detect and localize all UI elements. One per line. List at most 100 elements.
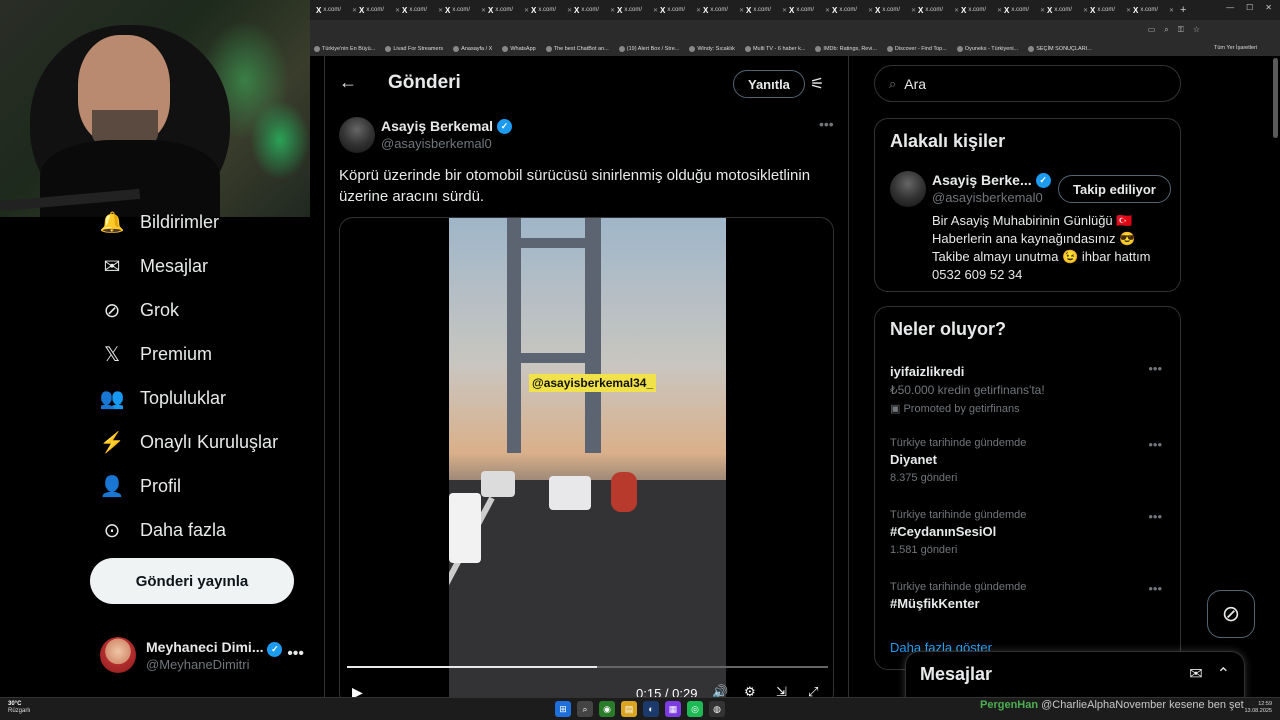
close-tab-icon[interactable]: ✕ xyxy=(1040,7,1045,14)
nav-item-bildirimler[interactable]: 🔔 Bildirimler xyxy=(100,210,219,234)
browser-tab[interactable]: Xx.com/ ✕ xyxy=(746,2,787,18)
close-tab-icon[interactable]: ✕ xyxy=(395,7,400,14)
browser-tab[interactable]: Xx.com/ ✕ xyxy=(402,2,443,18)
browser-tab[interactable]: Xx.com/ ✕ xyxy=(660,2,701,18)
star-icon[interactable]: ☆ xyxy=(1193,25,1200,35)
browser-tab[interactable]: Xx.com/ ✕ xyxy=(703,2,744,18)
nav-item-premium[interactable]: 𝕏 Premium xyxy=(100,342,212,366)
video-player[interactable]: @asayisberkemal34_ ▶ 0:15 / 0:29 🔊 ⚙ ⇲ ⤢ xyxy=(339,217,834,707)
author-avatar[interactable] xyxy=(339,117,375,153)
browser-tab[interactable]: Xx.com/ ✕ xyxy=(1004,2,1045,18)
video-progress-bar[interactable] xyxy=(347,666,828,668)
browser-tab[interactable]: Xx.com/ ✕ xyxy=(875,2,916,18)
twitch-icon[interactable]: ▦ xyxy=(665,701,681,717)
trend-item[interactable]: Türkiye tarihinde gündemde Diyanet 8.375… xyxy=(890,437,1170,484)
bookmark-item[interactable]: The best ChatBot an... xyxy=(545,46,609,52)
browser-tab[interactable]: Xx.com/ ✕ xyxy=(445,2,486,18)
cast-icon[interactable]: ▭ xyxy=(1148,25,1156,35)
nav-item-onaylı-kuruluşlar[interactable]: ⚡ Onaylı Kuruluşlar xyxy=(100,430,279,454)
post-button[interactable]: Gönderi yayınla xyxy=(90,558,294,604)
close-tab-icon[interactable]: ✕ xyxy=(1126,7,1131,14)
close-tab-icon[interactable]: ✕ xyxy=(825,7,830,14)
nav-item-grok[interactable]: ⊘ Grok xyxy=(100,298,179,322)
account-switcher[interactable]: Meyhaneci Dimi... ✓ @MeyhaneDimitri ••• xyxy=(100,637,314,673)
search-icon[interactable]: ⌕ xyxy=(577,701,593,717)
close-tab-icon[interactable]: ✕ xyxy=(610,7,615,14)
close-tab-icon[interactable]: ✕ xyxy=(567,7,572,14)
nav-item-daha-fazla[interactable]: ⊙ Daha fazla xyxy=(100,518,226,542)
close-tab-icon[interactable]: ✕ xyxy=(954,7,959,14)
bookmark-item[interactable]: Türkiye'nin En Büyü... xyxy=(314,46,375,52)
more-options-icon[interactable]: ••• xyxy=(287,645,304,663)
messages-drawer[interactable]: Mesajlar ✉ ⌃ xyxy=(905,651,1245,703)
close-tab-icon[interactable]: ✕ xyxy=(1083,7,1088,14)
more-options-icon[interactable]: ••• xyxy=(819,116,834,132)
close-tab-icon[interactable]: ✕ xyxy=(739,7,744,14)
expand-icon[interactable]: ⌃ xyxy=(1217,664,1230,684)
bookmark-item[interactable]: Windy: Sıcaklık xyxy=(689,46,735,52)
weather-widget[interactable]: 30°C Rüzgarlı xyxy=(8,701,30,715)
new-message-icon[interactable]: ✉ xyxy=(1189,664,1202,684)
browser-tab[interactable]: Xx.com/ ✕ xyxy=(1047,2,1088,18)
clock[interactable]: 12:59 13.08.2025 xyxy=(1244,701,1272,715)
spotify-icon[interactable]: ◎ xyxy=(687,701,703,717)
bookmark-item[interactable]: Discover - Find Top... xyxy=(886,46,947,52)
steam-icon[interactable]: ◐ xyxy=(643,701,659,717)
trend-item[interactable]: Türkiye tarihinde gündemde #MüşfikKenter… xyxy=(890,581,1170,611)
browser-tab[interactable]: Xx.com/ ✕ xyxy=(359,2,400,18)
bookmark-item[interactable]: WhatsApp xyxy=(502,46,536,52)
browser-tab[interactable]: Xx.com/ ✕ xyxy=(488,2,529,18)
bookmark-item[interactable]: Multi TV - 6 haber k... xyxy=(744,46,805,52)
page-scrollbar[interactable] xyxy=(1273,58,1278,138)
more-options-icon[interactable]: ••• xyxy=(1148,437,1162,452)
close-tab-icon[interactable]: ✕ xyxy=(911,7,916,14)
back-arrow-icon[interactable]: ← xyxy=(339,72,357,93)
minimize-icon[interactable]: — xyxy=(1226,3,1234,12)
close-tab-icon[interactable]: ✕ xyxy=(438,7,443,14)
grok-floating-button[interactable]: ⊘ xyxy=(1207,590,1255,638)
search-input[interactable] xyxy=(904,75,1145,92)
browser-tab[interactable]: Xx.com/ ✕ xyxy=(316,2,357,18)
bookmark-item[interactable]: Livad For Streamers xyxy=(385,46,443,52)
trend-item[interactable]: iyifaizlikredi ₺50.000 kredin getirfinan… xyxy=(890,361,1170,415)
bookmark-item[interactable]: SEÇİM SONUÇLARI... xyxy=(1028,46,1092,52)
file-explorer-icon[interactable]: ▤ xyxy=(621,701,637,717)
browser-tab[interactable]: Xx.com/ ✕ xyxy=(789,2,830,18)
bookmark-item[interactable]: Oyuneks - Türkiyeni... xyxy=(956,46,1018,52)
following-button[interactable]: Takip ediliyor xyxy=(1058,175,1171,203)
browser-tab[interactable]: Xx.com/ ✕ xyxy=(961,2,1002,18)
nav-item-mesajlar[interactable]: ✉ Mesajlar xyxy=(100,254,208,278)
more-options-icon[interactable]: ••• xyxy=(1148,361,1162,376)
new-tab-button[interactable]: + xyxy=(1180,4,1186,16)
author-handle[interactable]: @asayisberkemal0 xyxy=(381,136,492,151)
author-name[interactable]: Asayiş Berkemal ✓ xyxy=(381,118,513,134)
related-handle[interactable]: @asayisberkemal0 xyxy=(932,190,1043,205)
zoom-icon[interactable]: ⌕ xyxy=(1164,25,1168,35)
nav-item-topluluklar[interactable]: 👥 Topluluklar xyxy=(100,386,227,410)
close-tab-icon[interactable]: ✕ xyxy=(653,7,658,14)
password-key-icon[interactable]: ⚿ xyxy=(1178,25,1184,35)
close-tab-icon[interactable]: ✕ xyxy=(696,7,701,14)
windows-start-icon[interactable]: ⊞ xyxy=(555,701,571,717)
close-tab-icon[interactable]: ✕ xyxy=(1169,7,1174,14)
browser-tab[interactable]: Xx.com/ ✕ xyxy=(617,2,658,18)
nav-item-profil[interactable]: 👤 Profil xyxy=(100,474,181,498)
address-bar[interactable]: ▭ ⌕ ⚿ ☆ xyxy=(310,20,1280,42)
video-frame[interactable]: @asayisberkemal34_ xyxy=(449,218,726,706)
maximize-icon[interactable]: ☐ xyxy=(1246,3,1253,12)
search-box[interactable]: ⌕ xyxy=(874,65,1181,102)
close-tab-icon[interactable]: ✕ xyxy=(481,7,486,14)
close-tab-icon[interactable]: ✕ xyxy=(524,7,529,14)
all-bookmarks[interactable]: Tüm Yer İşaretleri xyxy=(1214,45,1272,51)
related-avatar[interactable] xyxy=(890,171,926,207)
related-name[interactable]: Asayiş Berke... ✓ xyxy=(932,172,1051,188)
obs-icon[interactable]: ◍ xyxy=(709,701,725,717)
browser-tab[interactable]: Xx.com/ ✕ xyxy=(531,2,572,18)
chrome-icon[interactable]: ◉ xyxy=(599,701,615,717)
browser-tab[interactable]: Xx.com/ ✕ xyxy=(574,2,615,18)
sliders-icon[interactable]: ⚟ xyxy=(810,74,824,94)
more-options-icon[interactable]: ••• xyxy=(1148,581,1162,596)
browser-tab[interactable]: Xx.com/ ✕ xyxy=(918,2,959,18)
browser-tab[interactable]: Xx.com/ ✕ xyxy=(1090,2,1131,18)
bookmark-item[interactable]: (19) Alert Box / Stre... xyxy=(618,46,679,52)
